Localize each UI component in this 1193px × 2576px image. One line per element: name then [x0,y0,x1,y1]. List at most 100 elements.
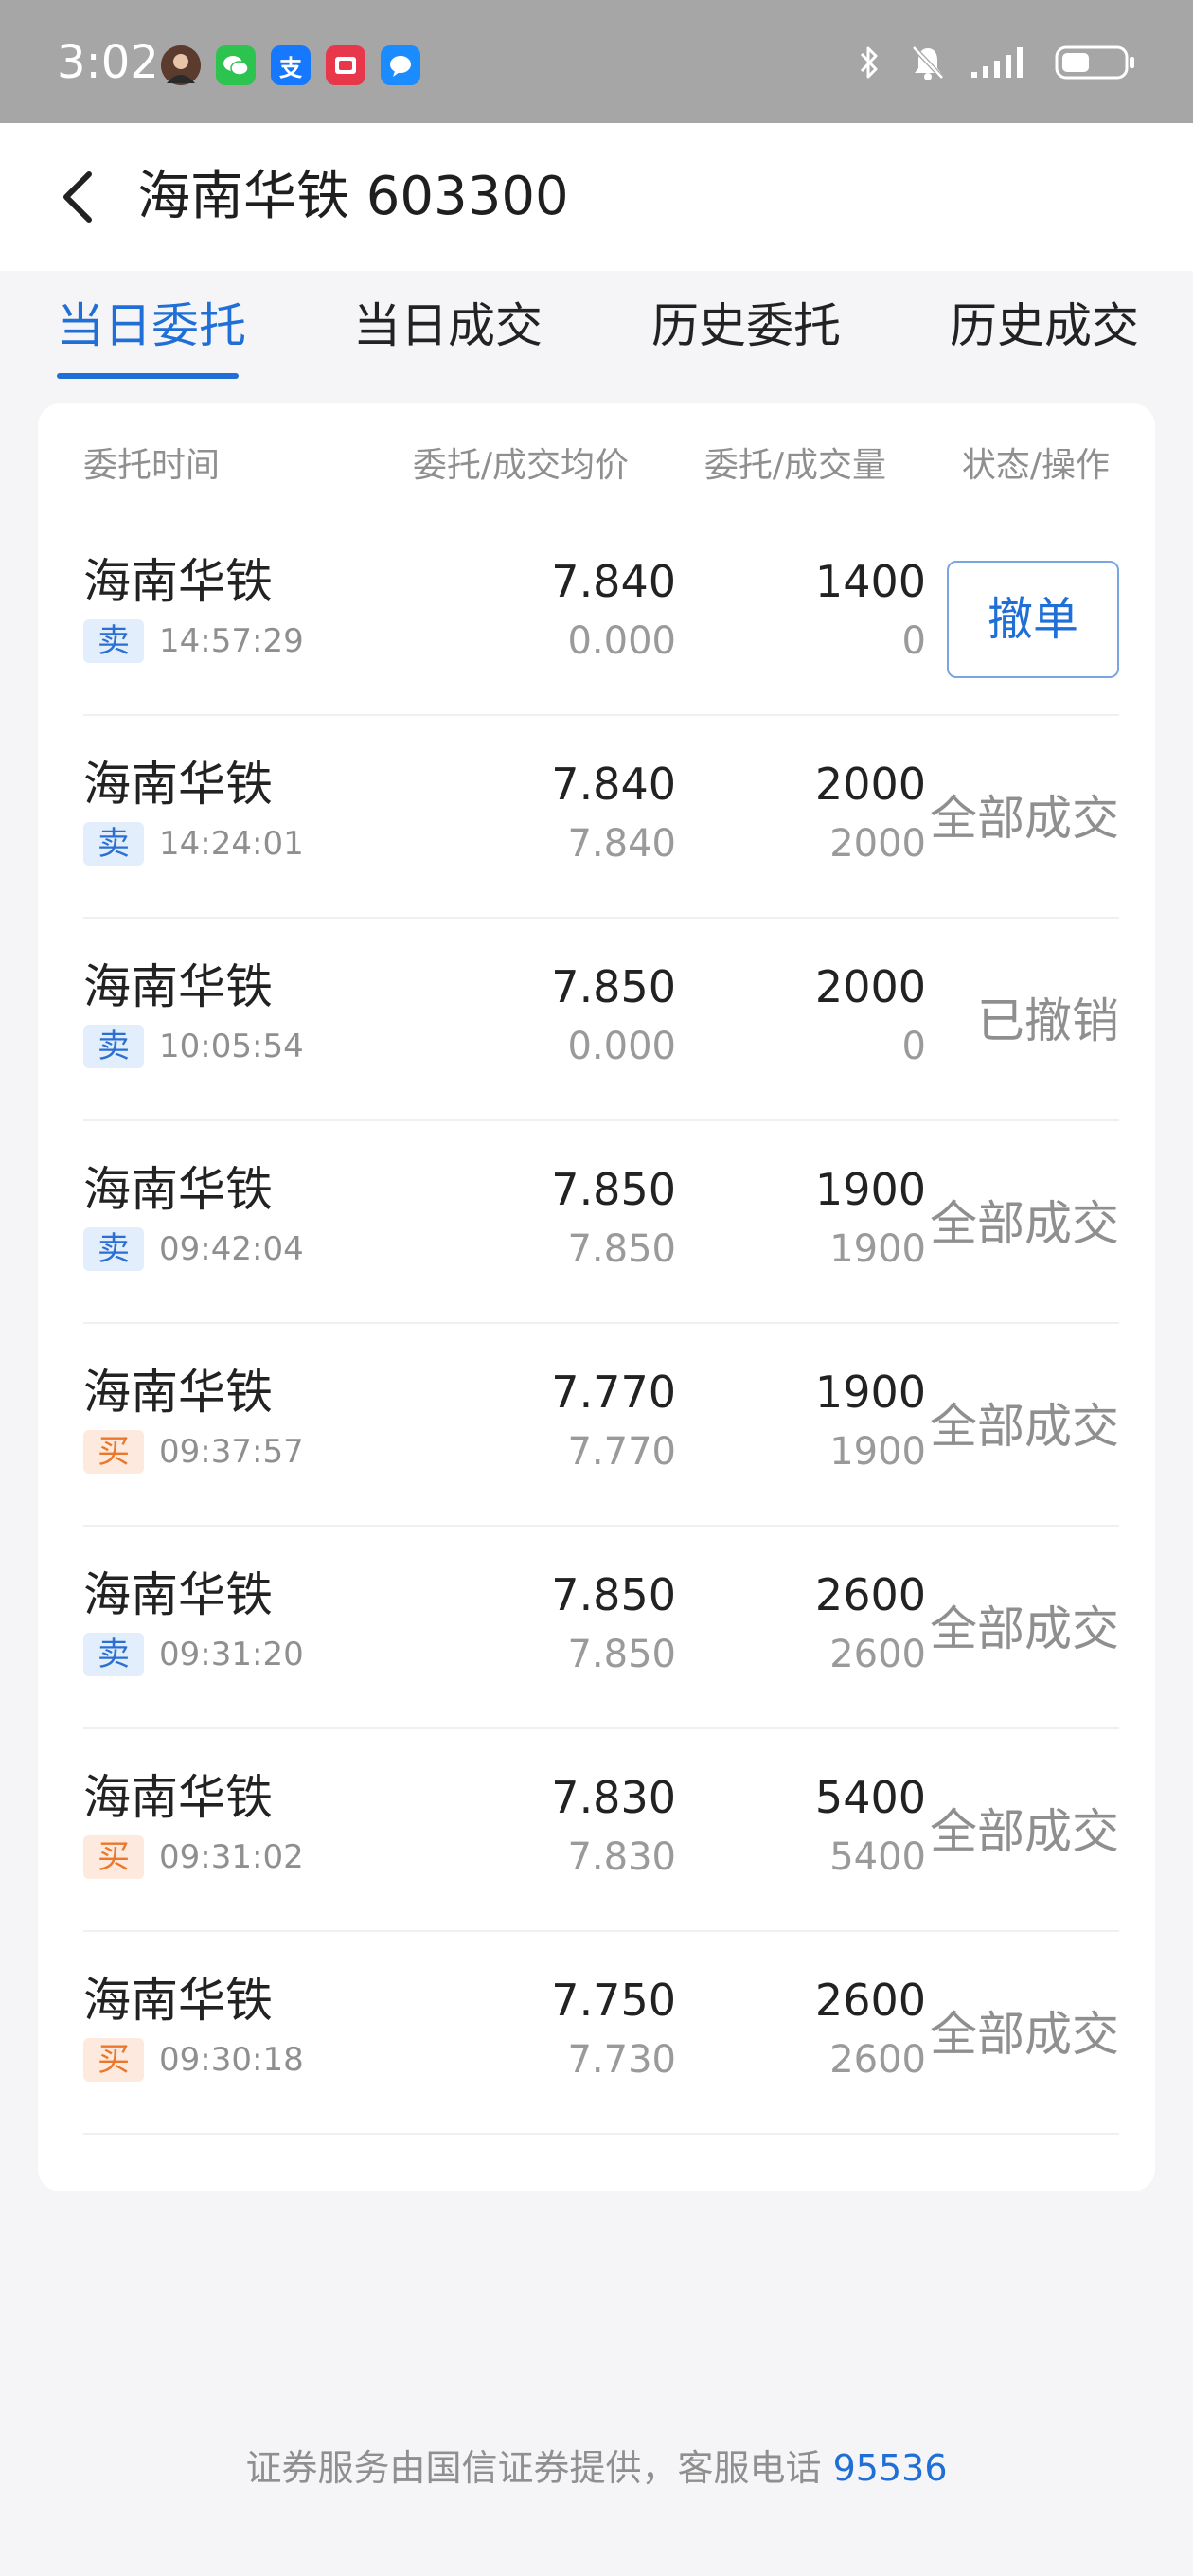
order-status: 全部成交 [930,791,1119,846]
column-header-order-time: 委托时间 [83,446,221,485]
order-quantity: 5400 [814,1772,926,1823]
order-quantity: 1900 [814,1164,926,1215]
wechat-icon [216,45,256,85]
column-header-status: 状态/操作 [961,446,1110,485]
back-button[interactable] [38,157,117,237]
fill-avg-price: 0.000 [567,1025,676,1068]
fill-avg-price: 7.850 [567,1227,676,1271]
fill-avg-price: 7.730 [567,2038,676,2082]
order-row[interactable]: 海南华铁 买 09:31:02 7.830 7.830 5400 5400 全部… [83,1729,1119,1932]
order-time: 09:42:04 [159,1230,304,1268]
order-row[interactable]: 海南华铁 卖 10:05:54 7.850 0.000 2000 0 已撤销 [83,919,1119,1121]
orders-card: 委托时间 委托/成交均价 委托/成交量 状态/操作 海南华铁 卖 14:57:2… [38,403,1155,2191]
status-bar: 3:02 支 [0,0,1193,123]
sell-side-badge: 卖 [83,1633,144,1676]
order-time: 10:05:54 [159,1028,304,1065]
order-price: 7.850 [551,1164,676,1215]
order-quantity: 2000 [814,961,926,1012]
order-price: 7.750 [551,1975,676,2026]
chevron-left-icon [63,171,92,223]
fill-avg-price: 7.840 [567,822,676,866]
stock-name: 海南华铁 [83,757,273,812]
order-price: 7.850 [551,961,676,1012]
alipay-icon: 支 [271,45,311,85]
avatar-icon [161,45,201,85]
order-status: 全部成交 [930,1399,1119,1454]
order-row[interactable]: 海南华铁 卖 14:24:01 7.840 7.840 2000 2000 全部… [83,716,1119,919]
stock-name: 海南华铁 [83,1973,273,2028]
filled-quantity: 1900 [829,1430,926,1474]
order-price: 7.840 [551,556,676,607]
fill-avg-price: 7.770 [567,1430,676,1474]
order-time: 14:57:29 [159,622,304,660]
fill-avg-price: 7.830 [567,1835,676,1879]
stock-name: 海南华铁 [83,1770,273,1825]
sell-side-badge: 卖 [83,1025,144,1068]
order-status: 全部成交 [930,1196,1119,1251]
fill-avg-price: 7.850 [567,1633,676,1676]
order-time: 09:30:18 [159,2041,304,2079]
stock-name: 海南华铁 [83,554,273,609]
stock-name: 海南华铁 [83,959,273,1014]
order-row[interactable]: 海南华铁 买 09:30:18 7.750 7.730 2600 2600 全部… [83,1932,1119,2135]
buy-side-badge: 买 [83,1835,144,1879]
row-divider [83,2133,1119,2135]
order-status: 全部成交 [930,1804,1119,1859]
message-app-icon [381,45,420,85]
tab-bar: 当日委托 当日成交 历史委托 历史成交 [0,271,1193,385]
order-price: 7.840 [551,759,676,810]
signal-icon [968,42,1034,83]
status-time: 3:02 [57,36,159,89]
filled-quantity: 2000 [829,822,926,866]
order-quantity: 1400 [814,556,926,607]
active-tab-indicator [57,373,239,379]
footer-note: 证券服务由国信证券提供，客服电话 95536 [0,2443,1193,2493]
customer-service-phone-link[interactable]: 95536 [833,2447,948,2489]
notification-app-icons: 支 [161,45,420,85]
order-time: 09:31:20 [159,1636,304,1673]
tab-today-trades[interactable]: 当日成交 [353,297,543,354]
tab-today-orders[interactable]: 当日委托 [57,297,246,354]
filled-quantity: 1900 [829,1227,926,1271]
column-header-quantity: 委托/成交量 [703,446,886,485]
tab-history-trades[interactable]: 历史成交 [950,297,1139,354]
sell-side-badge: 卖 [83,822,144,866]
order-time: 14:24:01 [159,825,304,863]
fill-avg-price: 0.000 [567,619,676,663]
order-quantity: 2600 [814,1975,926,2026]
sell-side-badge: 卖 [83,1227,144,1271]
order-row[interactable]: 海南华铁 卖 09:42:04 7.850 7.850 1900 1900 全部… [83,1121,1119,1324]
bluetooth-icon [850,42,888,83]
order-price: 7.830 [551,1772,676,1823]
sell-side-badge: 卖 [83,619,144,663]
cancel-order-button[interactable]: 撤单 [947,561,1119,678]
filled-quantity: 0 [901,619,926,663]
order-row[interactable]: 海南华铁 卖 09:31:20 7.850 7.850 2600 2600 全部… [83,1527,1119,1729]
red-app-icon [326,45,365,85]
order-quantity: 1900 [814,1367,926,1418]
filled-quantity: 2600 [829,1633,926,1676]
tab-history-orders[interactable]: 历史委托 [651,297,841,354]
filled-quantity: 5400 [829,1835,926,1879]
order-row[interactable]: 海南华铁 买 09:37:57 7.770 7.770 1900 1900 全部… [83,1324,1119,1527]
footer-text: 证券服务由国信证券提供，客服电话 [245,2447,822,2489]
order-status: 全部成交 [930,1601,1119,1656]
order-price: 7.850 [551,1569,676,1620]
buy-side-badge: 买 [83,1430,144,1474]
page-title: 海南华铁 603300 [137,166,569,227]
app-header: 海南华铁 603300 [0,123,1193,271]
order-time: 09:37:57 [159,1433,304,1471]
order-time: 09:31:02 [159,1838,304,1876]
stock-name: 海南华铁 [83,1162,273,1217]
column-header-price: 委托/成交均价 [412,446,629,485]
alipay-glyph: 支 [279,54,302,81]
order-status: 已撤销 [977,993,1119,1048]
mute-bell-icon [909,42,947,83]
order-price: 7.770 [551,1367,676,1418]
filled-quantity: 2600 [829,2038,926,2082]
order-row[interactable]: 海南华铁 卖 14:57:29 7.840 0.000 1400 0 撤单 [83,513,1119,716]
system-status-icons [850,42,1136,83]
stock-name: 海南华铁 [83,1365,273,1420]
filled-quantity: 0 [901,1025,926,1068]
battery-icon [1055,42,1136,83]
